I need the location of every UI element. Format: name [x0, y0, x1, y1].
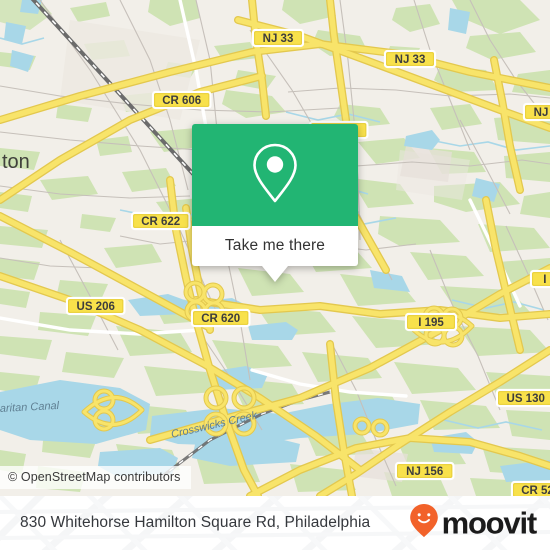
road-shield-label: US 130 — [507, 393, 545, 405]
map-pin-icon — [248, 140, 302, 211]
road-shield-label: US 206 — [77, 301, 115, 313]
road-shield: NJ 33 — [383, 49, 437, 69]
map-screenshot: ton aritan Canal Crosswicks Creek NJ 33 N… — [0, 0, 550, 550]
svg-text:ton: ton — [2, 151, 30, 173]
moovit-wordmark: moovit — [441, 505, 538, 541]
road-shield-label: NJ 33 — [263, 33, 294, 45]
road-shield: US 130 — [495, 388, 550, 408]
road-shield: CR 606 — [151, 90, 212, 110]
moovit-logo[interactable]: moovit — [409, 503, 538, 544]
road-shield-label: I 195 — [418, 317, 444, 329]
road-shield-label: NJ 33 — [395, 54, 426, 66]
location-popup[interactable]: Take me there — [192, 124, 358, 282]
road-shield: NJ 33 — [251, 28, 305, 48]
road-shield-label: CR 622 — [141, 216, 180, 228]
road-shield: CR 622 — [130, 211, 191, 231]
road-shield-label: CR 620 — [201, 313, 240, 325]
road-shield: CR 524 — [510, 480, 550, 496]
road-shield: NJ 156 — [394, 461, 455, 481]
popup-header — [192, 124, 358, 226]
take-me-there-button[interactable]: Take me there — [192, 226, 358, 266]
footer-bar: 830 Whitehorse Hamilton Square Rd, Phila… — [0, 496, 550, 550]
road-shield: US 206 — [65, 296, 126, 316]
road-shield-label: CR 524 — [521, 485, 550, 496]
moovit-pin-smile-icon — [409, 503, 439, 544]
road-shield: NJ 33 — [522, 102, 550, 122]
take-me-there-label: Take me there — [224, 237, 326, 254]
road-shield-label: I 195 — [543, 274, 550, 286]
road-shield: I 195 — [529, 269, 550, 289]
road-shield-label: CR 606 — [162, 95, 201, 107]
road-shield-label: NJ 156 — [406, 466, 443, 478]
address-label: 830 Whitehorse Hamilton Square Rd, Phila… — [20, 514, 371, 531]
road-shield: CR 620 — [190, 308, 251, 328]
osm-attribution[interactable]: © OpenStreetMap contributors — [0, 466, 191, 489]
road-shield-label: NJ 33 — [534, 107, 550, 119]
popup-tail-pointer — [262, 266, 288, 282]
road-shield: I 195 — [404, 312, 458, 332]
